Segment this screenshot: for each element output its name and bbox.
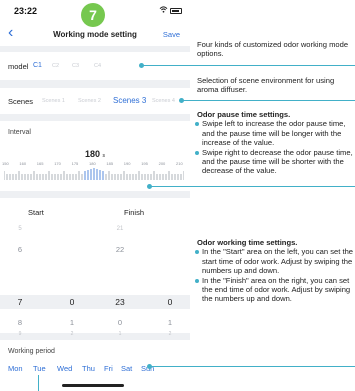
phone-screen: 23:22 7 ‹ Working mode setting Save mode… [0,0,190,391]
annotation-model: Four kinds of customized odor working mo… [197,40,349,59]
interval-card: Interval 180 s 150 160 165 170 175 180 185 190 1… [0,121,190,191]
interval-label: Interval [8,129,31,136]
battery-icon [170,7,182,14]
ruler-tick-label: 190 [123,161,131,166]
day-thu[interactable]: Thu [82,364,95,373]
start-hour-wheel-item[interactable]: 8 [10,318,30,327]
annotation-bullet: In the "Finish" area on the right, you c… [195,276,355,304]
model-row: model C1 C2 C3 C4 [0,52,190,80]
annotation-line [142,65,355,66]
working-period-label: Working period [8,348,55,355]
finish-hour-wheel-item[interactable]: 0 [110,318,130,327]
ruler-tick-label: 175 [71,161,79,166]
ruler-tick-label: 160 [19,161,27,166]
status-time: 23:22 [14,6,38,16]
day-mon[interactable]: Mon [8,364,23,373]
ruler-tick-label: 195 [141,161,148,166]
save-button[interactable]: Save [163,30,180,39]
wifi-icon [159,6,170,15]
start-column-title: Start [28,208,44,217]
start-minute-wheel-item[interactable]: 1 [62,318,82,327]
scene-option-3[interactable]: Scenes 3 [113,96,146,105]
scenes-label: Scenes [8,97,34,106]
annotation-line [182,100,355,101]
interval-ruler-slider[interactable] [4,168,184,180]
finish-hour-selected[interactable]: 23 [110,297,130,307]
annotation-bullet: Swipe left to increase the odor pause ti… [195,119,355,147]
start-hour-wheel-item[interactable]: 6 [10,245,30,254]
start-minute-wheel-item[interactable]: 2 [62,331,82,337]
scene-option-2[interactable]: Scenes 2 [78,98,101,104]
annotation-scenes: Selection of scene environment for using… [197,76,335,95]
annotation-line [38,375,39,391]
scenes-row: Scenes Scenes 1 Scenes 2 Scenes 3 Scenes… [0,88,190,114]
ruler-tick-label: 185 [106,161,114,166]
ruler-tick-label: 180 [89,161,96,166]
step-number-badge: 7 [81,3,105,27]
ruler-tick-label: 165 [36,161,44,166]
finish-minute-wheel-item[interactable]: 1 [160,318,180,327]
annotation-line [150,186,355,187]
day-fri[interactable]: Fri [104,364,113,373]
scene-option-4[interactable]: Scenes 4 [152,98,175,104]
annotation-interval: Odor pause time settings. Swipe left to … [195,110,355,176]
finish-hour-wheel-item[interactable]: 22 [110,245,130,254]
finish-minute-wheel-item[interactable]: 2 [160,331,180,337]
start-hour-selected[interactable]: 7 [10,297,30,307]
working-time-card: Start Finish 5 6 7 8 9 0 1 2 21 22 23 0 … [0,198,190,337]
status-icons [159,6,182,15]
start-hour-wheel-item[interactable]: 5 [10,226,30,232]
finish-hour-wheel-item[interactable]: 1 [110,331,130,337]
start-hour-wheel-item[interactable]: 9 [10,331,30,337]
finish-column-title: Finish [124,208,145,217]
ruler-tick-label: 150 [2,161,9,166]
annotation-line [150,366,355,367]
finish-minute-selected[interactable]: 0 [160,297,180,307]
model-option-c4[interactable]: C4 [94,63,101,69]
annotation-bullet: Swipe right to decrease the odor pause t… [195,148,355,176]
page-title: Working mode setting [53,30,137,39]
start-minute-selected[interactable]: 0 [62,297,82,307]
day-sat[interactable]: Sat [121,364,132,373]
annotation-working-time: Odor working time settings. In the "Star… [195,238,355,304]
scene-option-1[interactable]: Scenes 1 [42,98,65,104]
annotation-bullet: In the "Start" area on the left, you can… [195,247,355,275]
model-option-c3[interactable]: C3 [72,63,79,69]
day-wed[interactable]: Wed [57,364,72,373]
home-indicator [62,384,124,387]
ruler-tick-label: 200 [158,161,166,166]
ruler-tick-label: 210 [176,161,183,166]
model-option-c2[interactable]: C2 [52,63,59,69]
model-option-c1[interactable]: C1 [33,62,42,69]
model-label: model [8,62,29,71]
interval-value: 180 s [84,149,106,159]
finish-hour-wheel-item[interactable]: 21 [110,226,130,232]
ruler-tick-label: 170 [54,161,61,166]
day-tue[interactable]: Tue [33,364,46,373]
